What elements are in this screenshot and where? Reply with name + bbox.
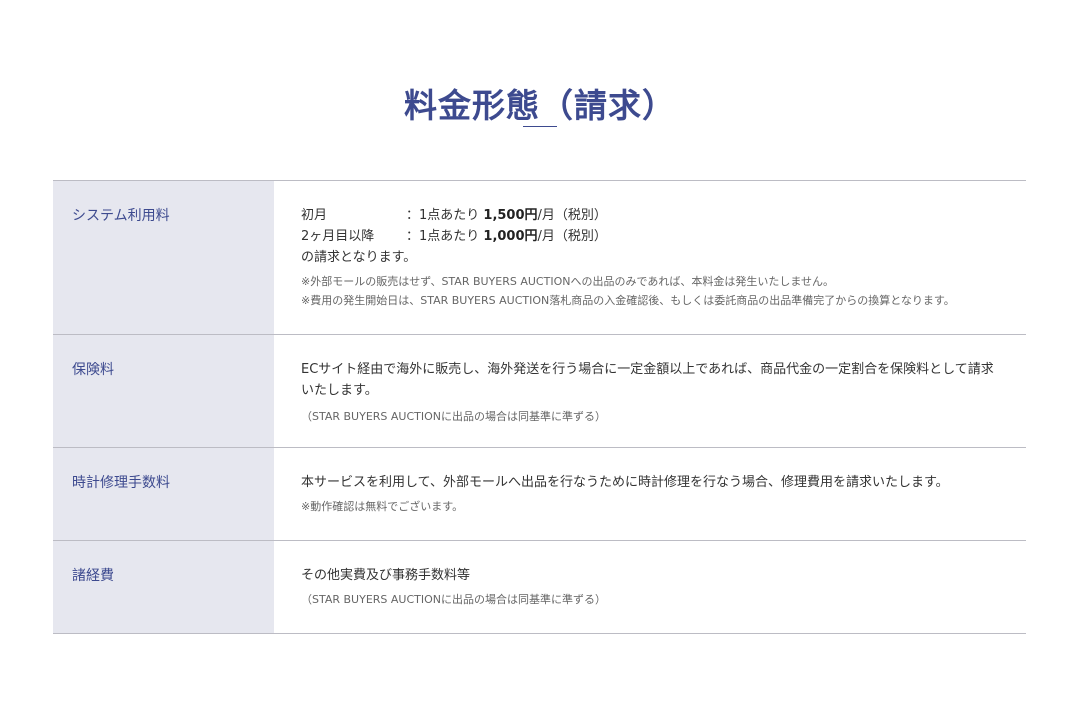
row-content: 本サービスを利用して、外部モールへ出品を行なうために時計修理を行なう場合、修理費… — [274, 448, 1026, 540]
fee-row-misc: 諸経費 その他実費及び事務手数料等 （STAR BUYERS AUCTIONに出… — [53, 541, 1026, 634]
page-title: 料金形態（請求） — [404, 86, 676, 126]
row-content: その他実費及び事務手数料等 （STAR BUYERS AUCTIONに出品の場合… — [274, 541, 1026, 633]
row-note: （STAR BUYERS AUCTIONに出品の場合は同基準に準ずる） — [301, 593, 607, 606]
row-text: ECサイト経由で海外に販売し、海外発送を行う場合に一定金額以上であれば、商品代金… — [301, 362, 994, 398]
price-suffix: /月（税別） — [537, 208, 607, 223]
fee-row-watch-repair: 時計修理手数料 本サービスを利用して、外部モールへ出品を行なうために時計修理を行… — [53, 448, 1026, 541]
price-amount: 1,000円 — [483, 229, 538, 244]
row-note: （STAR BUYERS AUCTIONに出品の場合は同基準に準ずる） — [301, 410, 607, 423]
row-note: ※費用の発生開始日は、STAR BUYERS AUCTION落札商品の入金確認後… — [301, 294, 955, 307]
row-note: ※動作確認は無料でございます。 — [301, 500, 464, 513]
price-suffix: /月（税別） — [537, 229, 607, 244]
row-label: システム利用料 — [53, 181, 274, 334]
price-line-first-month: 初月 ：1点あたり 1,500円/月（税別） — [301, 205, 1026, 226]
price-line-second-month: 2ヶ月目以降 ：1点あたり 1,000円/月（税別） — [301, 226, 1026, 247]
fee-row-insurance: 保険料 ECサイト経由で海外に販売し、海外発送を行う場合に一定金額以上であれば、… — [53, 335, 1026, 448]
row-label: 諸経費 — [53, 541, 274, 633]
row-note: ※外部モールの販売はせず、STAR BUYERS AUCTIONへの出品のみであ… — [301, 275, 835, 288]
row-text: 本サービスを利用して、外部モールへ出品を行なうために時計修理を行なう場合、修理費… — [301, 475, 949, 490]
row-text: の請求となります。 — [301, 250, 417, 265]
price-amount: 1,500円 — [483, 208, 538, 223]
price-prefix: ：1点あたり — [406, 208, 484, 223]
fee-table: システム利用料 初月 ：1点あたり 1,500円/月（税別） 2ヶ月目以降 ：1… — [53, 180, 1026, 634]
row-content: ECサイト経由で海外に販売し、海外発送を行う場合に一定金額以上であれば、商品代金… — [274, 335, 1026, 447]
price-period-label: 初月 — [301, 208, 328, 223]
fee-row-system: システム利用料 初月 ：1点あたり 1,500円/月（税別） 2ヶ月目以降 ：1… — [53, 181, 1026, 335]
row-label: 保険料 — [53, 335, 274, 447]
title-underline — [523, 126, 557, 127]
price-period-label: 2ヶ月目以降 — [301, 229, 375, 244]
price-prefix: ：1点あたり — [406, 229, 484, 244]
row-text: その他実費及び事務手数料等 — [301, 568, 471, 583]
row-label: 時計修理手数料 — [53, 448, 274, 540]
row-content: 初月 ：1点あたり 1,500円/月（税別） 2ヶ月目以降 ：1点あたり 1,0… — [274, 181, 1026, 334]
